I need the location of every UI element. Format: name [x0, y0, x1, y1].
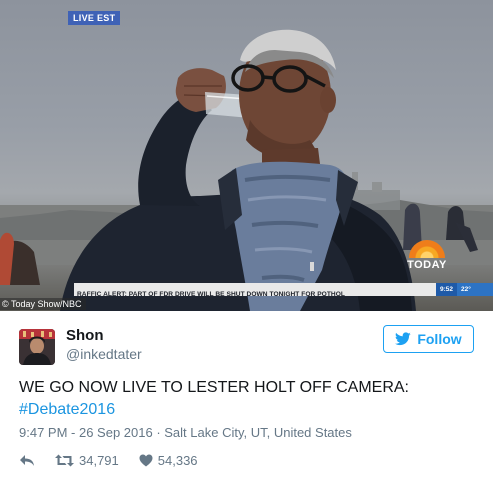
ticker-time: 9:52 [435, 283, 457, 296]
tweet-text: WE GO NOW LIVE TO LESTER HOLT OFF CAMERA… [19, 377, 479, 421]
heart-icon [139, 454, 153, 467]
tweet-body: WE GO NOW LIVE TO LESTER HOLT OFF CAMERA… [19, 379, 409, 396]
news-ticker: RAFFIC ALERT: PART OF FDR DRIVE WILL BE … [74, 283, 493, 296]
twitter-bird-icon [395, 332, 412, 346]
tweet-timestamp[interactable]: 9:47 PM - 26 Sep 2016 · Salt Lake City, … [19, 425, 352, 440]
ticker-temperature: 22° [457, 283, 493, 296]
tweet-card: Shon @inkedtater Follow WE GO NOW LIVE T… [0, 311, 493, 485]
ticker-text: RAFFIC ALERT: PART OF FDR DRIVE WILL BE … [77, 291, 345, 296]
reply-button[interactable] [19, 454, 35, 467]
avatar-image [19, 329, 55, 365]
hashtag-link[interactable]: #Debate2016 [19, 399, 479, 421]
username-handle[interactable]: @inkedtater [66, 346, 142, 362]
tweet-actions: 34,791 54,336 [19, 453, 198, 468]
sunrise-icon [409, 240, 445, 258]
retweet-button[interactable]: 34,791 [55, 453, 119, 468]
broadcast-photo: LIVE EST TODAY RAFFIC ALERT: PART OF FDR… [0, 0, 493, 311]
follow-label: Follow [417, 331, 462, 347]
today-logo: TODAY [402, 240, 452, 271]
display-name[interactable]: Shon [66, 327, 104, 344]
retweet-count: 34,791 [79, 453, 119, 468]
like-button[interactable]: 54,336 [139, 453, 198, 468]
photo-credit: © Today Show/NBC [0, 298, 86, 310]
live-badge: LIVE EST [68, 11, 121, 25]
like-count: 54,336 [157, 453, 198, 468]
follow-button[interactable]: Follow [383, 325, 474, 353]
retweet-icon [55, 454, 74, 467]
today-logo-text: TODAY [407, 259, 447, 271]
avatar[interactable] [19, 329, 55, 365]
reply-icon [20, 455, 34, 466]
